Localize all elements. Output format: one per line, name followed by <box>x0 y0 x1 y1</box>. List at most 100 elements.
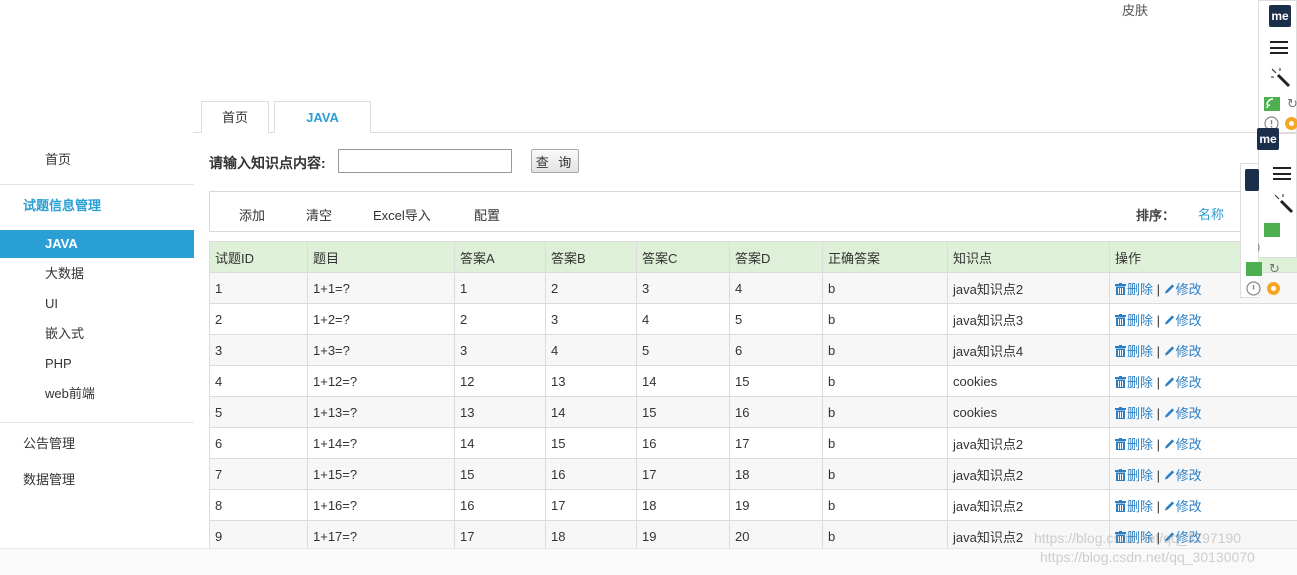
sidebar-item-bigdata[interactable]: 大数据 <box>0 260 194 288</box>
delete-link[interactable]: 删除 <box>1115 375 1153 390</box>
delete-link[interactable]: 删除 <box>1115 344 1153 359</box>
skin-link[interactable]: 皮肤 <box>1122 0 1148 19</box>
sort-label: 排序： <box>1136 208 1176 223</box>
sidebar-item-java[interactable]: JAVA <box>0 230 194 258</box>
excel-import-button[interactable]: Excel导入 <box>373 205 431 224</box>
cell-knowledge-point: java知识点3 <box>947 303 1110 335</box>
action-separator: | <box>1156 467 1161 483</box>
me-badge-icon[interactable]: me <box>1269 5 1291 27</box>
action-separator: | <box>1156 312 1161 328</box>
table-row[interactable]: 4 1+12=? 12 13 14 15 b cookies 删除 | 修改 <box>209 365 1297 397</box>
delete-link[interactable]: 删除 <box>1115 468 1153 483</box>
watermark-text: https://blog.csdn.net/qq_30130070 <box>1040 549 1255 565</box>
delete-link[interactable]: 删除 <box>1115 406 1153 421</box>
cell-correct-answer: b <box>822 365 948 397</box>
edit-link[interactable]: 修改 <box>1164 375 1202 390</box>
magic-wand-icon[interactable] <box>1269 66 1291 88</box>
tab-home[interactable]: 首页 <box>201 101 269 133</box>
edit-link[interactable]: 修改 <box>1164 282 1202 297</box>
magic-wand-icon[interactable] <box>1272 192 1294 214</box>
table-row[interactable]: 5 1+13=? 13 14 15 16 b cookies 删除 | 修改 <box>209 396 1297 428</box>
cell-id: 7 <box>209 458 308 490</box>
column-header-answer-a[interactable]: 答案A <box>454 241 546 273</box>
cell-correct-answer: b <box>822 489 948 521</box>
cell-question: 1+1=? <box>307 272 455 304</box>
eye-icon[interactable] <box>1267 282 1280 295</box>
cell-answer-a: 17 <box>454 520 546 552</box>
sidebar-item-embedded[interactable]: 嵌入式 <box>0 320 194 348</box>
sidebar-group-question-management[interactable]: 试题信息管理 <box>23 195 101 214</box>
column-header-answer-c[interactable]: 答案C <box>636 241 730 273</box>
tab-java[interactable]: JAVA <box>274 101 371 133</box>
sidebar-group-data-management[interactable]: 数据管理 <box>23 469 75 488</box>
sidebar-item-php[interactable]: PHP <box>0 350 194 378</box>
refresh-icon[interactable]: ↻ <box>1269 261 1280 277</box>
cell-answer-a: 2 <box>454 303 546 335</box>
trash-icon <box>1115 437 1126 450</box>
config-button[interactable]: 配置 <box>474 205 500 224</box>
action-separator: | <box>1156 343 1161 359</box>
sidebar-item-ui[interactable]: UI <box>0 290 194 318</box>
cell-question: 1+16=? <box>307 489 455 521</box>
pencil-icon <box>1164 314 1174 325</box>
table-row[interactable]: 6 1+14=? 14 15 16 17 b java知识点2 删除 | 修改 <box>209 427 1297 459</box>
sidebar-item-web-frontend[interactable]: web前端 <box>0 380 194 408</box>
delete-link[interactable]: 删除 <box>1115 499 1153 514</box>
search-button[interactable]: 查 询 <box>531 149 579 173</box>
edit-link[interactable]: 修改 <box>1164 437 1202 452</box>
menu-icon[interactable] <box>1270 41 1288 54</box>
cell-answer-a: 12 <box>454 365 546 397</box>
cell-answer-d: 16 <box>729 396 823 428</box>
cast-icon[interactable] <box>1264 223 1280 237</box>
table-row[interactable]: 1 1+1=? 1 2 3 4 b java知识点2 删除 | 修改 <box>209 272 1297 304</box>
delete-link[interactable]: 删除 <box>1115 437 1153 452</box>
edit-link[interactable]: 修改 <box>1164 406 1202 421</box>
delete-link[interactable]: 删除 <box>1115 282 1153 297</box>
cell-correct-answer: b <box>822 303 948 335</box>
add-button[interactable]: 添加 <box>239 205 265 224</box>
edit-link[interactable]: 修改 <box>1164 344 1202 359</box>
column-header-id[interactable]: 试题ID <box>209 241 308 273</box>
edit-link[interactable]: 修改 <box>1164 468 1202 483</box>
cell-answer-c: 18 <box>636 489 730 521</box>
cell-answer-c: 16 <box>636 427 730 459</box>
action-separator: | <box>1156 436 1161 452</box>
cell-answer-c: 17 <box>636 458 730 490</box>
watermark-text: https://blog.csdn.net/qq_3797190 <box>1034 530 1242 546</box>
cast-icon[interactable] <box>1246 262 1262 276</box>
edit-link[interactable]: 修改 <box>1164 499 1202 514</box>
cell-id: 3 <box>209 334 308 366</box>
sidebar-group-announcements[interactable]: 公告管理 <box>23 433 75 452</box>
edit-label: 修改 <box>1175 498 1202 514</box>
trash-icon <box>1115 406 1126 419</box>
cell-actions: 删除 | 修改 <box>1109 489 1297 521</box>
table-row[interactable]: 8 1+16=? 16 17 18 19 b java知识点2 删除 | 修改 <box>209 489 1297 521</box>
clear-button[interactable]: 清空 <box>306 205 332 224</box>
me-badge-icon[interactable]: me <box>1257 128 1279 150</box>
cell-knowledge-point: java知识点2 <box>947 427 1110 459</box>
cell-id: 1 <box>209 272 308 304</box>
table-row[interactable]: 3 1+3=? 3 4 5 6 b java知识点4 删除 | 修改 <box>209 334 1297 366</box>
search-input[interactable] <box>338 149 512 173</box>
edit-link[interactable]: 修改 <box>1164 313 1202 328</box>
delete-link[interactable]: 删除 <box>1115 313 1153 328</box>
question-table: 试题ID 题目 答案A 答案B 答案C 答案D 正确答案 知识点 操作 1 1+1… <box>209 241 1297 552</box>
column-header-answer-d[interactable]: 答案D <box>729 241 823 273</box>
sort-by-name[interactable]: 名称 <box>1198 204 1224 223</box>
table-row[interactable]: 2 1+2=? 2 3 4 5 b java知识点3 删除 | 修改 <box>209 303 1297 335</box>
extension-widget-edge: ↻ <box>1240 163 1280 298</box>
cell-correct-answer: b <box>822 334 948 366</box>
me-badge-icon[interactable] <box>1245 169 1259 191</box>
eye-icon[interactable] <box>1285 117 1297 130</box>
cell-answer-d: 18 <box>729 458 823 490</box>
alert-icon[interactable] <box>1246 281 1261 296</box>
column-header-correct-answer[interactable]: 正确答案 <box>822 241 948 273</box>
cast-icon[interactable] <box>1264 97 1280 111</box>
column-header-answer-b[interactable]: 答案B <box>545 241 637 273</box>
refresh-icon[interactable]: ↻ <box>1287 96 1297 112</box>
column-header-question[interactable]: 题目 <box>307 241 455 273</box>
menu-icon[interactable] <box>1273 167 1291 180</box>
sidebar-item-home[interactable]: 首页 <box>45 149 71 168</box>
table-row[interactable]: 7 1+15=? 15 16 17 18 b java知识点2 删除 | 修改 <box>209 458 1297 490</box>
column-header-knowledge-point[interactable]: 知识点 <box>947 241 1110 273</box>
